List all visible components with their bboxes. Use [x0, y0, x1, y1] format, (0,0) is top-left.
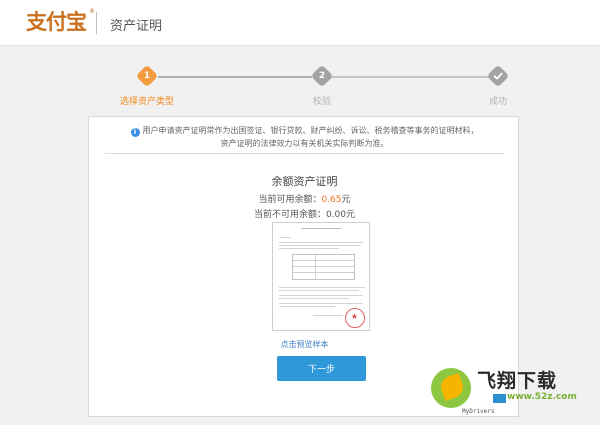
- watermark-brand: 飞翔下载: [477, 370, 558, 392]
- sample-table-col: [315, 255, 316, 279]
- step-1-number: 1: [143, 71, 151, 81]
- sample-text-line: [313, 315, 343, 316]
- step-connector-2: [330, 76, 490, 78]
- watermark-url: www.52z.com: [507, 392, 577, 402]
- available-balance-value: 0.65: [321, 195, 342, 205]
- sample-text-line: [279, 287, 365, 288]
- next-step-button[interactable]: 下一步: [277, 356, 366, 381]
- check-icon: [493, 72, 503, 80]
- available-balance-label: 当前可用余额：: [258, 195, 322, 205]
- step-2-label: 校验: [313, 97, 332, 107]
- step-3-label: 成功: [489, 97, 508, 107]
- sample-text-line: [279, 245, 361, 246]
- preview-sample-link[interactable]: 点击预览样本: [89, 339, 520, 350]
- sample-text-line: [279, 306, 335, 307]
- notice-text: i 用户申请资产证明常作为出国签证、银行贷款、财产纠纷、诉讼、税务稽查等事务的证明…: [89, 124, 520, 150]
- sample-text-line: [279, 290, 359, 291]
- available-balance-unit: 元: [341, 195, 351, 205]
- sample-table-row: [293, 260, 354, 261]
- sample-table-row: [293, 272, 354, 273]
- registered-mark: ®: [89, 8, 95, 15]
- notice-divider: [105, 153, 505, 154]
- header-divider: [96, 12, 97, 34]
- step-2-number: 2: [318, 71, 326, 81]
- available-balance: 当前可用余额：0.65元: [89, 192, 520, 205]
- sample-text-line: [279, 295, 363, 296]
- page-title: 资产证明: [110, 19, 163, 34]
- top-header: 支付宝 ® 资产证明: [0, 0, 600, 46]
- sample-text-line: [279, 237, 291, 238]
- sample-text-line: [279, 298, 349, 299]
- watermark-bar: [493, 394, 506, 403]
- certificate-title: 余额资产证明: [271, 175, 338, 188]
- sample-text-line: [279, 248, 339, 249]
- stamp-star-icon: ★: [350, 312, 359, 321]
- unavailable-balance-unit: 元: [346, 210, 356, 220]
- unavailable-balance: 当前不可用余额：0.00元: [89, 207, 520, 220]
- notice-line-2: 资产证明的法律效力以有关机关实际判断为准。: [220, 139, 389, 148]
- step-1-label: 选择资产类型: [120, 97, 175, 107]
- sample-heading-line: [301, 228, 341, 229]
- unavailable-balance-label: 当前不可用余额：: [253, 210, 326, 220]
- alipay-logo[interactable]: 支付宝: [26, 6, 87, 36]
- step-connector-1: [158, 76, 312, 78]
- sample-text-line: [279, 242, 363, 243]
- notice-line-1: 用户申请资产证明常作为出国签证、银行贷款、财产纠纷、诉讼、税务稽查等事务的证明材…: [142, 126, 479, 135]
- info-icon: i: [130, 128, 140, 137]
- unavailable-balance-value: 0.00: [325, 210, 347, 220]
- watermark-small-text: MyDrivers: [462, 408, 495, 415]
- sample-table: [292, 254, 355, 280]
- sample-text-line: [279, 303, 363, 304]
- sample-table-row: [293, 266, 354, 267]
- site-watermark: 飞翔下载 www.52z.com MyDrivers: [425, 366, 600, 425]
- official-stamp: ★: [345, 308, 365, 328]
- certificate-sample-thumbnail[interactable]: ★: [272, 222, 370, 331]
